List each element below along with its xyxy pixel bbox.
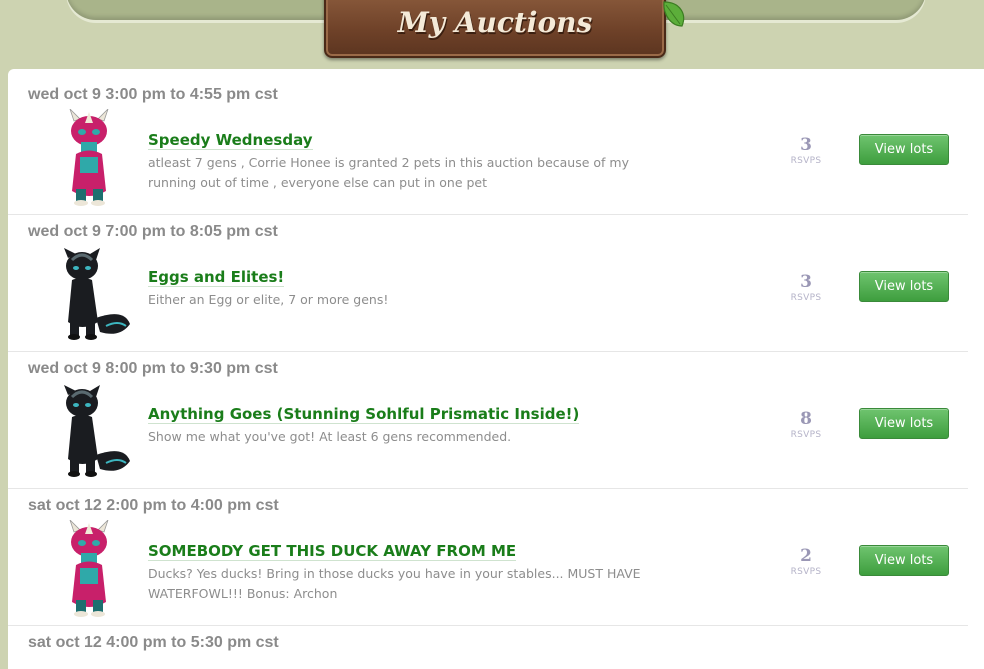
page-title: My Auctions [397, 6, 593, 39]
black-pet-avatar [62, 246, 132, 342]
rsvp-label: RSVPS [790, 567, 822, 577]
auction-title-link[interactable]: Anything Goes (Stunning Sohlful Prismati… [148, 405, 580, 424]
auction-description: Either an Egg or elite, 7 or more gens! [148, 292, 389, 307]
auction-description: Show me what you've got! At least 6 gens… [148, 429, 512, 444]
rsvp-label: RSVPS [790, 156, 822, 166]
view-lots-button[interactable]: View lots [859, 408, 949, 439]
auction-title-link[interactable]: SOMEBODY GET THIS DUCK AWAY FROM ME [148, 542, 517, 561]
rsvp-count: 2 [800, 546, 812, 566]
auction-description: Ducks? Yes ducks! Bring in those ducks y… [148, 566, 641, 601]
auction-date: wed oct 9 3:00 pm to 4:55 pm cst [28, 86, 278, 103]
view-lots-button[interactable]: View lots [859, 134, 949, 165]
pink-pet-avatar [69, 109, 109, 207]
leaf-icon [663, 1, 685, 27]
header-plaque: My Auctions [324, 0, 666, 58]
auction-date: sat oct 12 2:00 pm to 4:00 pm cst [28, 497, 279, 514]
rsvp-count: 8 [800, 409, 812, 429]
view-lots-button[interactable]: View lots [859, 545, 949, 576]
auction-list-panel: wed oct 9 3:00 pm to 4:55 pm cst Speedy … [8, 69, 984, 669]
auction-date: sat oct 12 4:00 pm to 5:30 pm cst [28, 634, 279, 651]
view-lots-button[interactable]: View lots [859, 271, 949, 302]
divider [8, 488, 968, 489]
auction-date: wed oct 9 7:00 pm to 8:05 pm cst [28, 223, 278, 240]
rsvp-label: RSVPS [790, 430, 822, 440]
auction-date: wed oct 9 8:00 pm to 9:30 pm cst [28, 360, 278, 377]
divider [8, 625, 968, 626]
auction-description: atleast 7 gens , Corrie Honee is granted… [148, 155, 629, 190]
auction-title-link[interactable]: Speedy Wednesday [148, 131, 313, 150]
rsvp-count: 3 [800, 135, 812, 155]
divider [8, 351, 968, 352]
rsvp-label: RSVPS [790, 293, 822, 303]
black-pet-avatar [62, 383, 132, 479]
auction-title-link[interactable]: Eggs and Elites! [148, 268, 285, 287]
pink-pet-avatar [69, 520, 109, 618]
divider [8, 214, 968, 215]
rsvp-count: 3 [800, 272, 812, 292]
